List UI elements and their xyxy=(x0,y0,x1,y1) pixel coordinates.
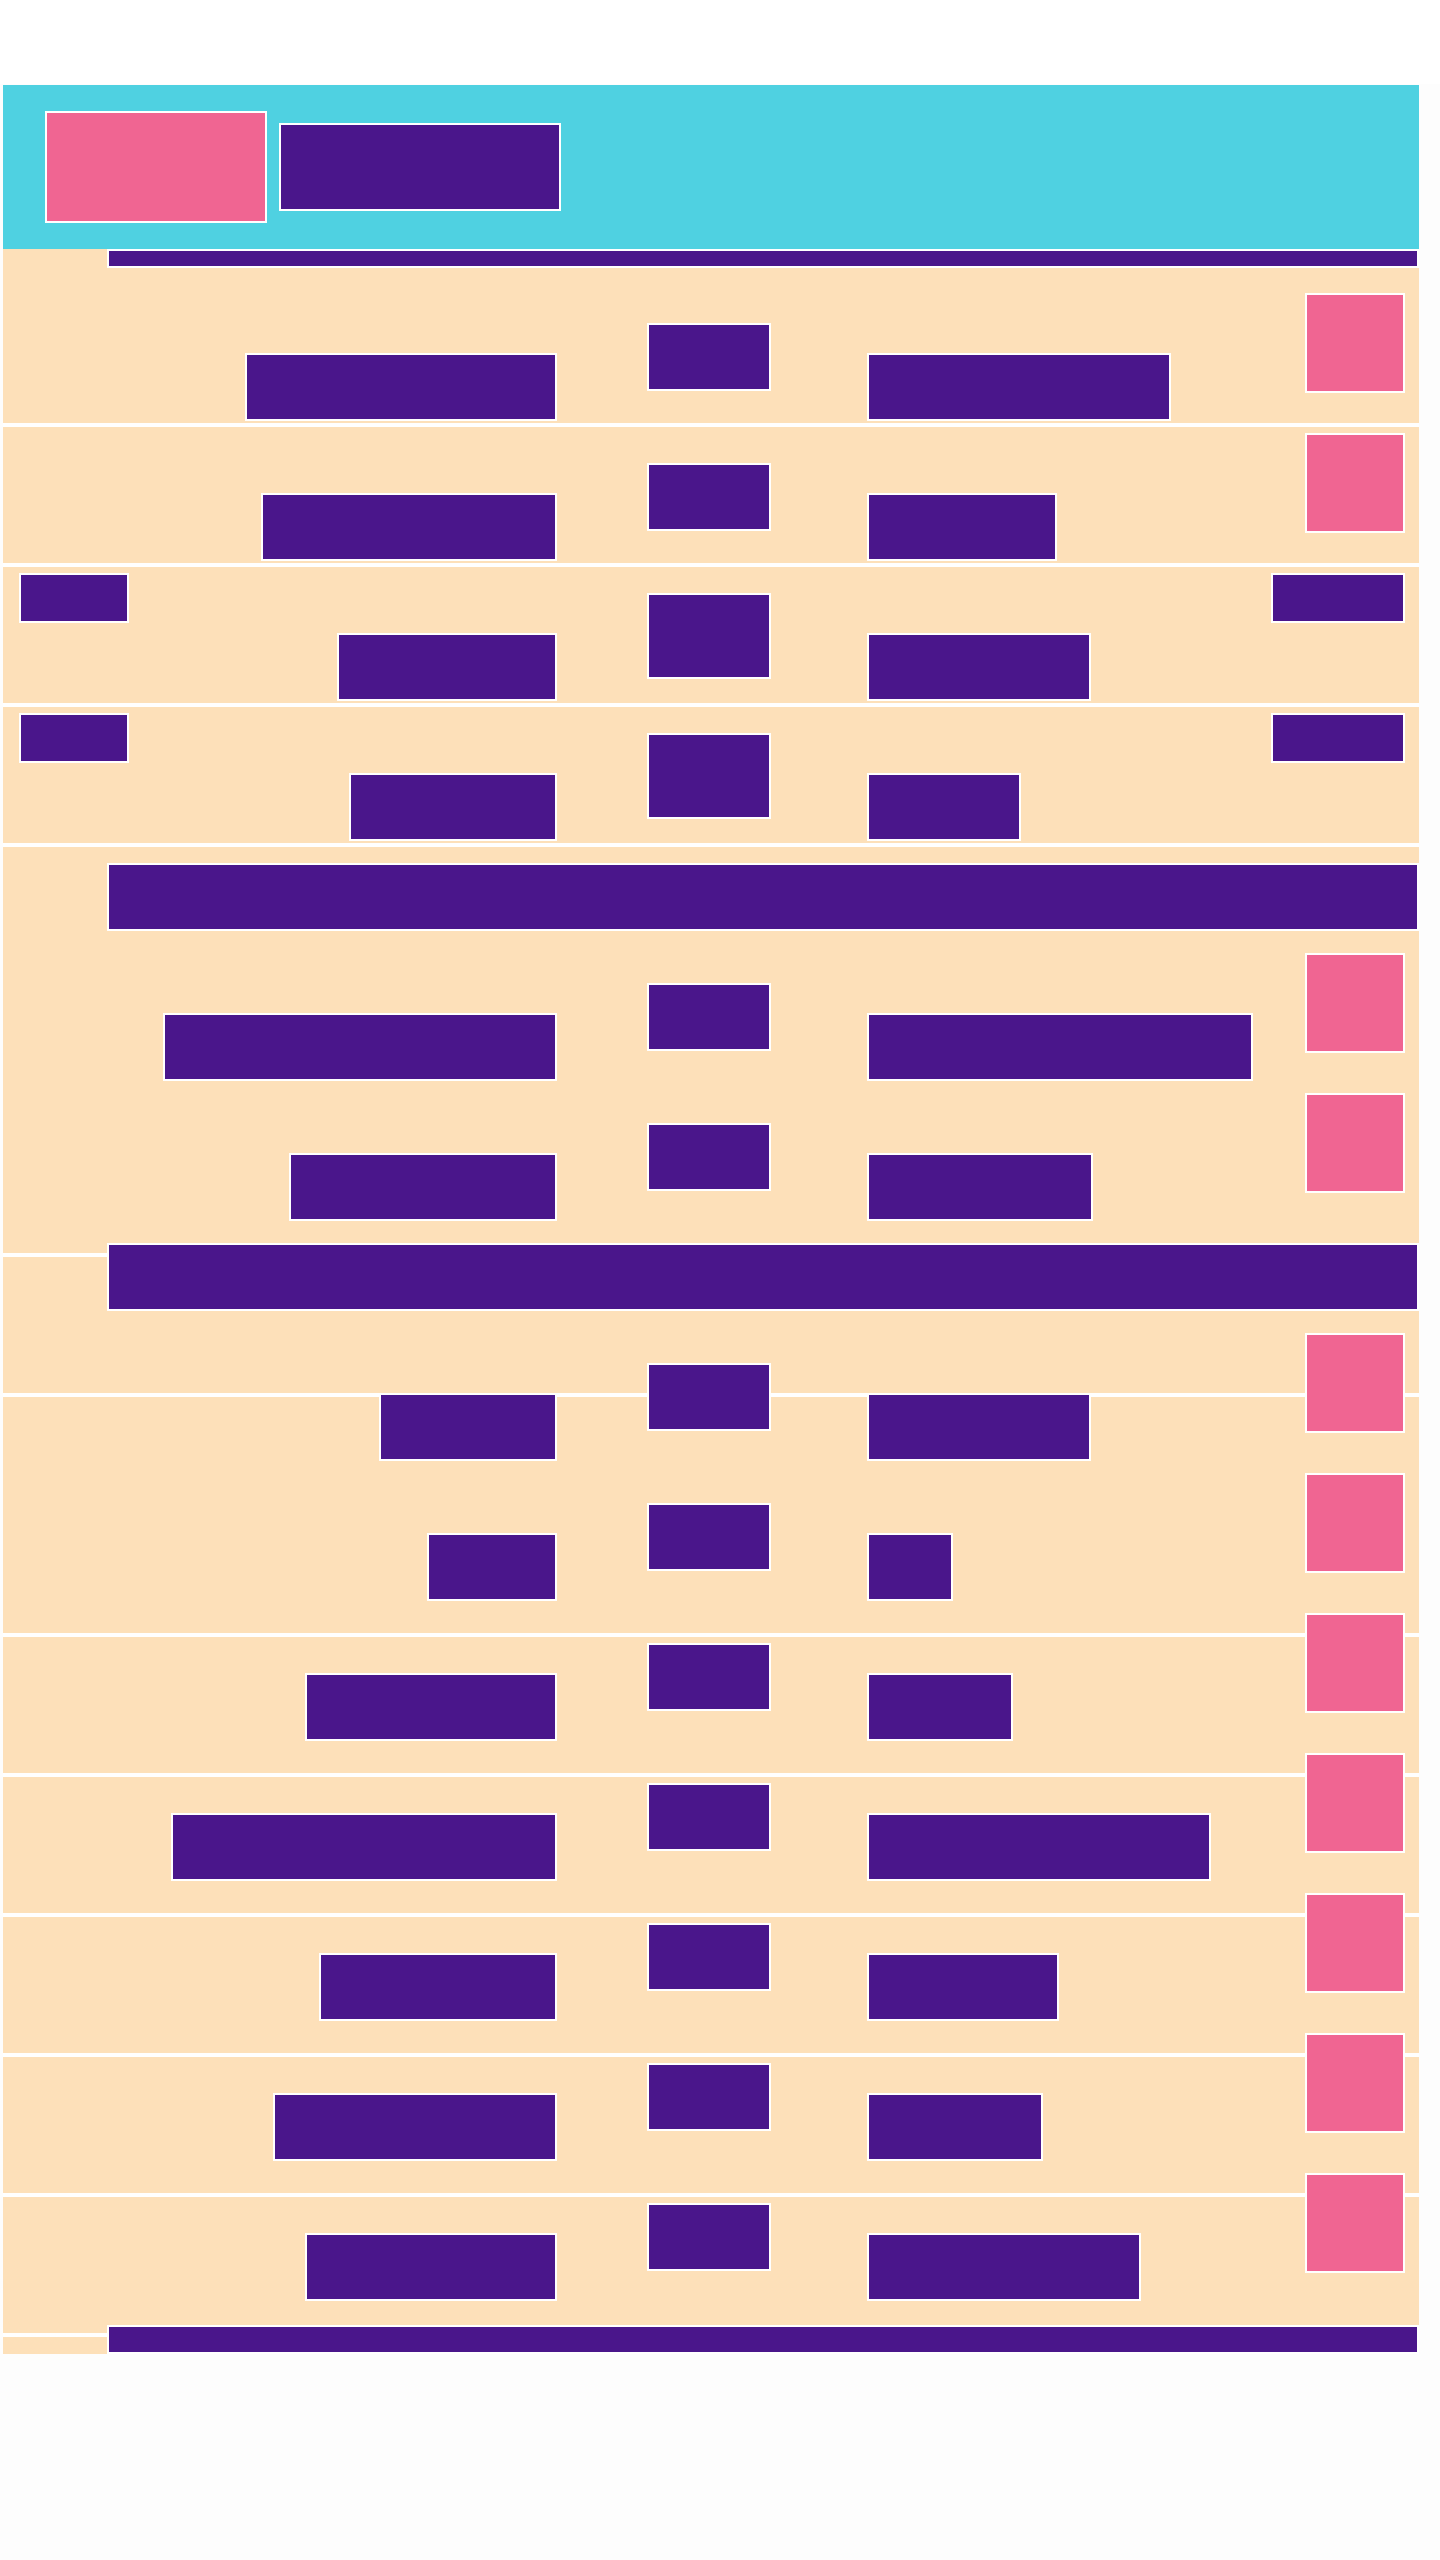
row-left-block xyxy=(261,493,557,561)
row-center-badge xyxy=(647,733,771,819)
row-action-button[interactable] xyxy=(1305,2173,1405,2273)
row-center-badge xyxy=(647,1123,771,1191)
row-action-button[interactable] xyxy=(1305,1473,1405,1573)
row-divider xyxy=(3,703,1419,707)
row-left-block xyxy=(319,1953,557,2021)
row-left-block xyxy=(245,353,557,421)
row-divider xyxy=(3,563,1419,567)
row-action-button[interactable] xyxy=(1305,293,1405,393)
row-center-badge xyxy=(647,1783,771,1851)
row-divider xyxy=(3,2193,1419,2197)
row-action-button[interactable] xyxy=(1305,1893,1405,1993)
row-divider xyxy=(3,1773,1419,1777)
row-divider xyxy=(3,2053,1419,2057)
row-divider xyxy=(3,1633,1419,1637)
row-right-tag xyxy=(1271,713,1405,763)
row-action-button[interactable] xyxy=(1305,433,1405,533)
row-right-block xyxy=(867,1953,1059,2021)
row-left-block xyxy=(427,1533,557,1601)
row-action-button[interactable] xyxy=(1305,953,1405,1053)
row-right-block xyxy=(867,353,1171,421)
row-right-block xyxy=(867,773,1021,841)
row-action-button[interactable] xyxy=(1305,1753,1405,1853)
row-right-block xyxy=(867,2093,1043,2161)
row-action-button[interactable] xyxy=(1305,1093,1405,1193)
top-margin xyxy=(0,0,1440,84)
row-center-badge xyxy=(647,463,771,531)
row-center-badge xyxy=(647,1643,771,1711)
row-right-block xyxy=(867,1153,1093,1221)
section-header-top xyxy=(107,249,1419,268)
row-center-badge xyxy=(647,323,771,391)
row-left-block xyxy=(337,633,557,701)
main-list-panel xyxy=(3,249,1419,2354)
section-header xyxy=(107,863,1419,931)
row-right-block xyxy=(867,1813,1211,1881)
row-center-badge xyxy=(647,2063,771,2131)
row-action-button[interactable] xyxy=(1305,1333,1405,1433)
row-left-block xyxy=(171,1813,557,1881)
row-divider xyxy=(3,423,1419,427)
row-right-block xyxy=(867,1673,1013,1741)
row-left-tag xyxy=(19,573,129,623)
row-center-badge xyxy=(647,1923,771,1991)
row-center-badge xyxy=(647,983,771,1051)
section-header-bottom xyxy=(107,2325,1419,2354)
row-left-block xyxy=(305,2233,557,2301)
row-right-block xyxy=(867,1533,953,1601)
header-action-button[interactable] xyxy=(45,111,267,223)
header-bar xyxy=(3,85,1419,249)
header-title-block xyxy=(279,123,561,211)
row-right-tag xyxy=(1271,573,1405,623)
row-divider xyxy=(3,843,1419,847)
row-left-block xyxy=(273,2093,557,2161)
row-right-block xyxy=(867,1013,1253,1081)
row-left-tag xyxy=(19,713,129,763)
row-left-block xyxy=(305,1673,557,1741)
row-right-block xyxy=(867,2233,1141,2301)
row-action-button[interactable] xyxy=(1305,1613,1405,1713)
row-center-badge xyxy=(647,1503,771,1571)
row-center-badge xyxy=(647,1363,771,1431)
row-right-block xyxy=(867,1393,1091,1461)
row-left-block xyxy=(379,1393,557,1461)
app-window xyxy=(0,0,1440,2560)
row-action-button[interactable] xyxy=(1305,2033,1405,2133)
row-right-block xyxy=(867,493,1057,561)
row-left-block xyxy=(289,1153,557,1221)
row-left-block xyxy=(349,773,557,841)
section-header xyxy=(107,1243,1419,1311)
row-right-block xyxy=(867,633,1091,701)
row-left-block xyxy=(163,1013,557,1081)
row-center-badge xyxy=(647,2203,771,2271)
row-divider xyxy=(3,1913,1419,1917)
row-center-badge xyxy=(647,593,771,679)
